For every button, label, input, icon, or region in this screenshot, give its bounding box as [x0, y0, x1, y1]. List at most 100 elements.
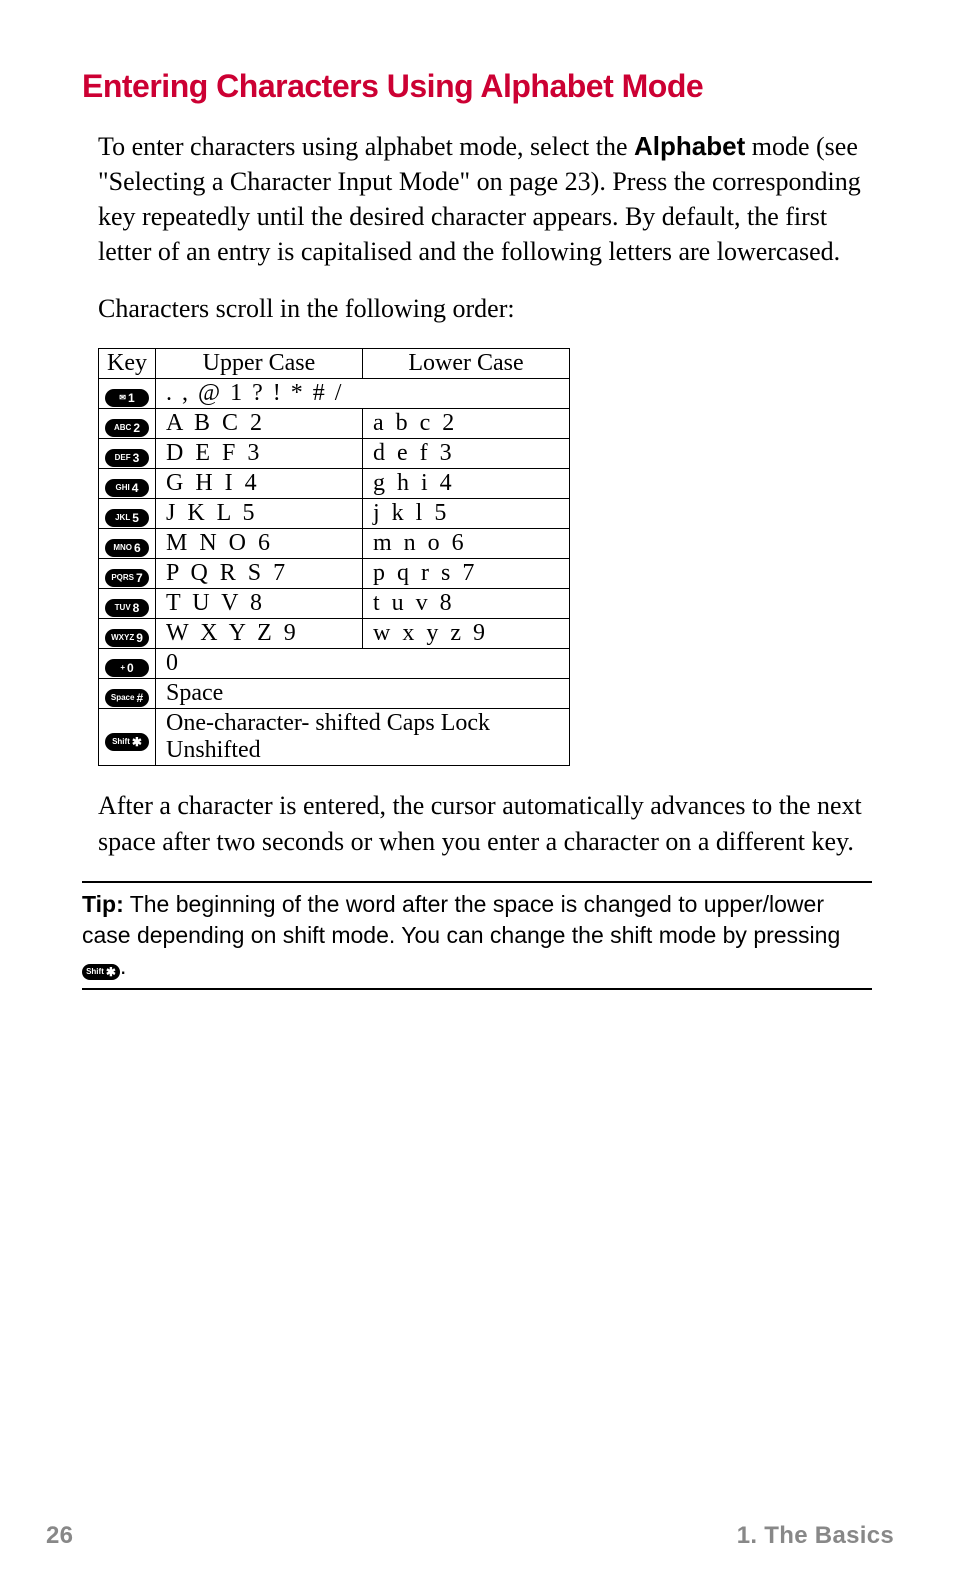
key-1-icon: ✉ 1	[105, 389, 149, 407]
key-3-sub: DEF	[115, 449, 131, 467]
scroll-intro: Characters scroll in the following order…	[98, 291, 872, 326]
key-6-icon: MNO 6	[105, 539, 149, 557]
row-5-lower: j k l 5	[363, 499, 570, 529]
tip-label: Tip:	[82, 891, 124, 917]
row-3-lower: d e f 3	[363, 439, 570, 469]
row-7-lower: p q r s 7	[363, 559, 570, 589]
table-row: JKL 5 J K L 5 j k l 5	[99, 499, 570, 529]
row-7-upper: P Q R S 7	[156, 559, 363, 589]
after-paragraph: After a character is entered, the cursor…	[98, 788, 872, 858]
table-row: Shift ✱ One-character- shifted Caps Lock…	[99, 709, 570, 766]
key-9-num: 9	[136, 629, 143, 647]
header-key: Key	[99, 349, 156, 379]
footer-section: 1. The Basics	[737, 1522, 894, 1550]
intro-pre: To enter characters using alphabet mode,…	[98, 132, 634, 161]
key-2-icon: ABC 2	[105, 419, 149, 437]
key-2-num: 2	[133, 419, 140, 437]
row-3-upper: D E F 3	[156, 439, 363, 469]
key-9-icon: WXYZ 9	[105, 629, 149, 647]
row-2-upper: A B C 2	[156, 409, 363, 439]
row-2-lower: a b c 2	[363, 409, 570, 439]
key-3-cell: DEF 3	[99, 439, 156, 469]
table-row: ✉ 1 . , @ 1 ? ! * # /	[99, 379, 570, 409]
row-space-full: Space	[156, 679, 570, 709]
key-6-cell: MNO 6	[99, 529, 156, 559]
header-upper: Upper Case	[156, 349, 363, 379]
table-row: ABC 2 A B C 2 a b c 2	[99, 409, 570, 439]
key-3-num: 3	[133, 449, 140, 467]
row-1-full: . , @ 1 ? ! * # /	[156, 379, 570, 409]
key-0-num: 0	[127, 659, 134, 677]
key-8-cell: TUV 8	[99, 589, 156, 619]
footer-page-number: 26	[46, 1522, 73, 1550]
page-footer: 26 1. The Basics	[46, 1522, 894, 1550]
row-4-upper: G H I 4	[156, 469, 363, 499]
key-space-cell: Space #	[99, 679, 156, 709]
key-8-icon: TUV 8	[105, 599, 149, 617]
row-8-upper: T U V 8	[156, 589, 363, 619]
table-row: TUV 8 T U V 8 t u v 8	[99, 589, 570, 619]
key-5-num: 5	[132, 509, 139, 527]
key-4-sub: GHI	[116, 479, 130, 497]
key-shift-num: ✱	[132, 733, 142, 751]
intro-bold: Alphabet	[634, 131, 745, 161]
character-table: Key Upper Case Lower Case ✉ 1 . , @ 1 ? …	[98, 348, 570, 766]
key-1-cell: ✉ 1	[99, 379, 156, 409]
row-0-full: 0	[156, 649, 570, 679]
key-space-num: #	[136, 689, 143, 707]
key-1-num: 1	[128, 389, 135, 407]
row-8-lower: t u v 8	[363, 589, 570, 619]
key-4-num: 4	[132, 479, 139, 497]
manual-page: Entering Characters Using Alphabet Mode …	[0, 0, 954, 1590]
tip-shift-icon: Shift✱	[82, 964, 120, 980]
key-7-num: 7	[136, 569, 143, 587]
row-9-upper: W X Y Z 9	[156, 619, 363, 649]
key-8-num: 8	[133, 599, 140, 617]
key-2-sub: ABC	[114, 419, 131, 437]
tip-shift-num: ✱	[106, 963, 116, 981]
key-7-cell: PQRS 7	[99, 559, 156, 589]
row-6-lower: m n o 6	[363, 529, 570, 559]
key-shift-icon: Shift ✱	[105, 733, 149, 751]
table-header-row: Key Upper Case Lower Case	[99, 349, 570, 379]
table-row: DEF 3 D E F 3 d e f 3	[99, 439, 570, 469]
table-row: PQRS 7 P Q R S 7 p q r s 7	[99, 559, 570, 589]
key-3-icon: DEF 3	[105, 449, 149, 467]
tip-box: Tip: The beginning of the word after the…	[82, 881, 872, 990]
table-row: WXYZ 9 W X Y Z 9 w x y z 9	[99, 619, 570, 649]
row-4-lower: g h i 4	[363, 469, 570, 499]
key-6-num: 6	[134, 539, 141, 557]
key-4-icon: GHI 4	[105, 479, 149, 497]
key-9-cell: WXYZ 9	[99, 619, 156, 649]
key-7-icon: PQRS 7	[105, 569, 149, 587]
tip-pre: The beginning of the word after the spac…	[82, 891, 840, 948]
key-5-cell: JKL 5	[99, 499, 156, 529]
table-row: Space # Space	[99, 679, 570, 709]
key-4-cell: GHI 4	[99, 469, 156, 499]
key-shift-sub: Shift	[112, 733, 130, 751]
row-6-upper: M N O 6	[156, 529, 363, 559]
key-5-sub: JKL	[115, 509, 130, 527]
tip-post: .	[120, 953, 126, 979]
key-0-sub: +	[120, 659, 125, 677]
row-shift-full: One-character- shifted Caps Lock Unshift…	[156, 709, 570, 766]
section-heading: Entering Characters Using Alphabet Mode	[82, 68, 872, 105]
key-2-cell: ABC 2	[99, 409, 156, 439]
key-9-sub: WXYZ	[111, 629, 134, 647]
key-1-sub: ✉	[119, 389, 126, 407]
table-row: + 0 0	[99, 649, 570, 679]
header-lower: Lower Case	[363, 349, 570, 379]
key-0-icon: + 0	[105, 659, 149, 677]
row-9-lower: w x y z 9	[363, 619, 570, 649]
key-8-sub: TUV	[115, 599, 131, 617]
intro-paragraph: To enter characters using alphabet mode,…	[98, 129, 872, 269]
key-shift-cell: Shift ✱	[99, 709, 156, 766]
key-6-sub: MNO	[113, 539, 132, 557]
key-7-sub: PQRS	[111, 569, 134, 587]
row-5-upper: J K L 5	[156, 499, 363, 529]
key-5-icon: JKL 5	[105, 509, 149, 527]
table-row: GHI 4 G H I 4 g h i 4	[99, 469, 570, 499]
key-space-sub: Space	[111, 689, 135, 707]
tip-shift-sub: Shift	[86, 963, 104, 981]
table-row: MNO 6 M N O 6 m n o 6	[99, 529, 570, 559]
